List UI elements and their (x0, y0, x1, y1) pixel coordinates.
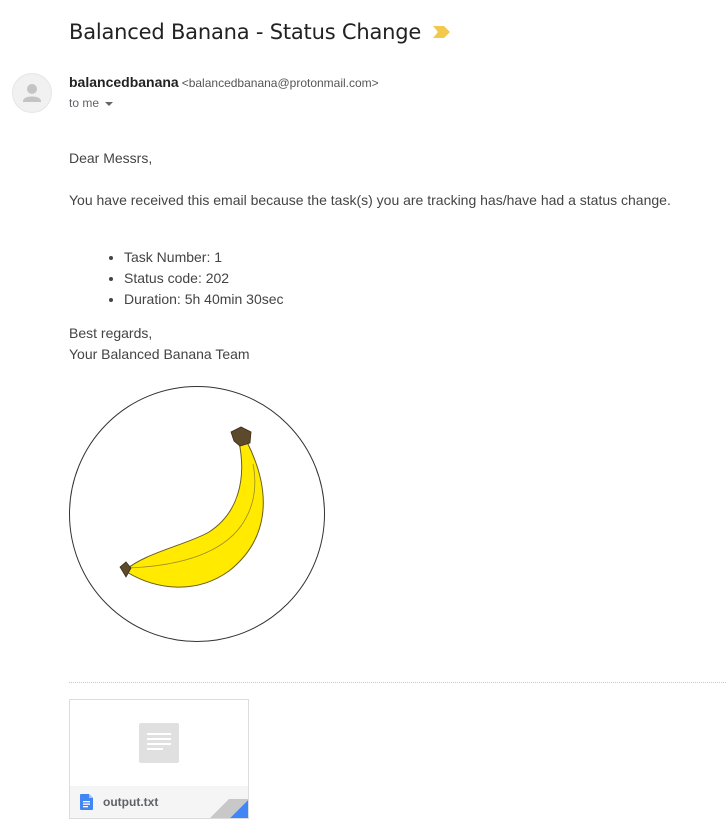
email-signature: Your Balanced Banana Team (69, 346, 250, 362)
email-closing: Best regards, (69, 325, 153, 341)
importance-marker-icon[interactable] (433, 26, 451, 38)
task-details-list: Task Number: 1 Status code: 202 Duration… (106, 247, 284, 310)
email-subject: Balanced Banana - Status Change (69, 20, 422, 44)
attachment-card[interactable]: output.txt (69, 699, 249, 819)
subject-row: Balanced Banana - Status Change (69, 16, 451, 48)
person-icon (23, 84, 41, 102)
text-document-preview-icon (139, 723, 179, 763)
status-code-item: Status code: 202 (124, 268, 284, 289)
attachment-file-name: output.txt (103, 795, 159, 809)
sender-name[interactable]: balancedbanana (69, 74, 179, 90)
task-number-item: Task Number: 1 (124, 247, 284, 268)
sender-avatar[interactable] (12, 73, 52, 113)
email-intro: You have received this email because the… (69, 192, 671, 208)
recipient-label: to me (69, 96, 100, 110)
sender-line: balancedbanana <balancedbanana@protonmail… (69, 74, 379, 92)
duration-item: Duration: 5h 40min 30sec (124, 289, 284, 310)
attachment-preview[interactable] (70, 700, 248, 786)
caret-down-icon[interactable] (105, 101, 114, 106)
document-icon (80, 794, 93, 810)
email-greeting: Dear Messrs, (69, 150, 153, 166)
file-fold-corner-icon (210, 799, 248, 818)
recipient-details-toggle[interactable]: to me (69, 96, 114, 110)
attachments-separator (69, 682, 726, 683)
banana-logo (69, 386, 325, 642)
sender-email: <balancedbanana@protonmail.com> (181, 76, 379, 90)
